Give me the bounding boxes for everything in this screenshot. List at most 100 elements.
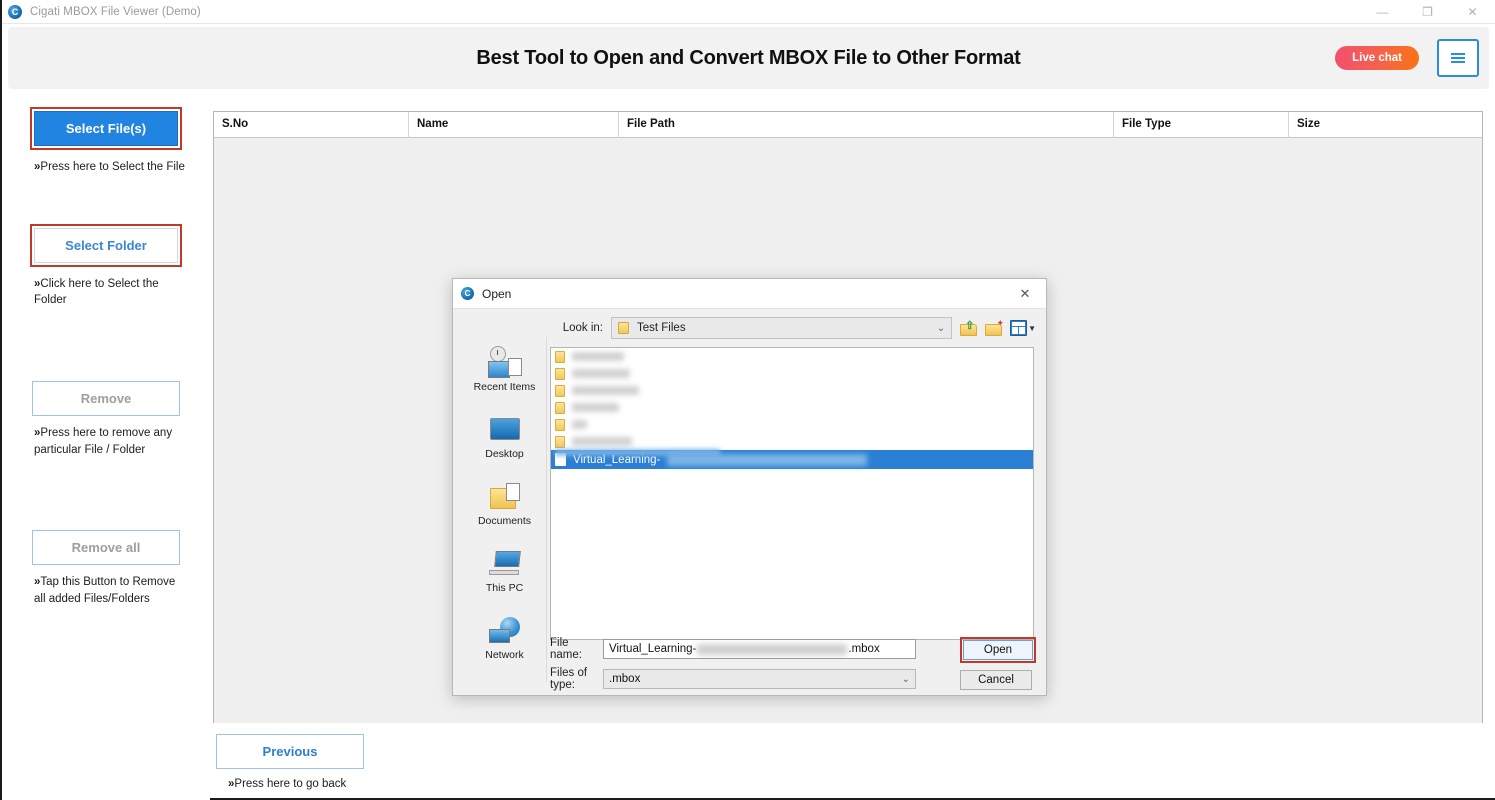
select-files-hint: »Press here to Select the File [34, 159, 186, 176]
redacted-name [572, 386, 639, 395]
desktop-icon [465, 411, 545, 447]
place-label: This PC [485, 582, 524, 594]
dialog-places-sidebar: Recent Items Desktop Documents This PC N… [463, 337, 547, 682]
minimize-button[interactable]: — [1360, 0, 1405, 24]
files-of-type-dropdown[interactable]: .mbox ⌄ [603, 669, 916, 689]
up-one-level-icon[interactable]: ⇧ [960, 319, 979, 337]
select-folder-highlight: Select Folder [30, 223, 182, 267]
view-menu-icon[interactable] [1010, 320, 1028, 336]
file-table-header: S.No Name File Path File Type Size [214, 112, 1482, 138]
header-actions: Live chat [1335, 39, 1479, 77]
look-in-dropdown[interactable]: Test Files ⌄ [611, 317, 953, 339]
place-desktop[interactable]: Desktop [465, 408, 545, 463]
column-header-filepath[interactable]: File Path [619, 112, 1114, 138]
remove-hint: »Press here to remove any particular Fil… [34, 425, 186, 458]
files-of-type-row: Files of type: .mbox ⌄ [453, 667, 1046, 691]
dialog-close-icon[interactable]: ✕ [1012, 283, 1038, 305]
window-controls: — ❐ ✕ [1360, 0, 1495, 24]
recent-items-icon [465, 344, 545, 380]
place-label: Documents [477, 515, 532, 527]
chevron-down-icon: ⌄ [936, 322, 946, 334]
column-header-name[interactable]: Name [409, 112, 619, 138]
place-label: Desktop [485, 448, 524, 460]
live-chat-button[interactable]: Live chat [1335, 46, 1419, 70]
open-button-highlight: Open [960, 637, 1036, 663]
file-name-row: File name: Virtual_Learning- .mbox [453, 637, 1046, 661]
look-in-label: Look in: [562, 322, 603, 334]
maximize-button[interactable]: ❐ [1405, 0, 1450, 24]
cancel-button[interactable]: Cancel [960, 670, 1032, 690]
hamburger-menu-button[interactable] [1437, 39, 1479, 77]
open-file-dialog: C Open ✕ Look in: Test Files ⌄ ⇧ ✦ ▼ Rec… [452, 278, 1047, 696]
list-item[interactable] [551, 382, 1033, 399]
documents-icon [465, 478, 545, 514]
file-name-label: File name: [550, 637, 582, 661]
page-title: Best Tool to Open and Convert MBOX File … [476, 46, 1021, 69]
view-menu-caret-icon[interactable]: ▼ [1028, 324, 1036, 333]
file-browser-list[interactable]: Virtual_Learning- [550, 347, 1034, 640]
hint-text: Press here to go back [234, 778, 347, 790]
hint-text: Tap this Button to Remove all added File… [34, 576, 176, 606]
place-this-pc[interactable]: This PC [465, 542, 545, 597]
app-logo-icon: C [8, 4, 22, 19]
main-body: Select File(s) »Press here to Select the… [2, 89, 1495, 800]
previous-block: Previous »Press here to go back [216, 734, 364, 790]
remove-all-button[interactable]: Remove all [32, 530, 180, 566]
this-pc-icon [465, 545, 545, 581]
remove-button[interactable]: Remove [32, 381, 180, 417]
select-files-block: Select File(s) »Press here to Select the… [2, 89, 210, 176]
remove-all-hint: »Tap this Button to Remove all added Fil… [34, 574, 186, 607]
remove-all-block: Remove all »Tap this Button to Remove al… [2, 458, 210, 607]
redacted-name-tail [667, 453, 868, 466]
place-documents[interactable]: Documents [465, 475, 545, 530]
list-item[interactable] [551, 399, 1033, 416]
redacted-name [572, 352, 624, 361]
file-name-prefix: Virtual_Learning- [609, 643, 697, 655]
remove-block: Remove »Press here to remove any particu… [2, 309, 210, 458]
column-header-sno[interactable]: S.No [214, 112, 409, 138]
list-item[interactable] [551, 348, 1033, 365]
dialog-buttons: Open Cancel [960, 637, 1036, 690]
list-item[interactable] [551, 365, 1033, 382]
dialog-title: Open [482, 286, 512, 301]
previous-hint: »Press here to go back [228, 778, 364, 790]
file-name-suffix: .mbox [848, 643, 880, 655]
application-window: C Cigati MBOX File Viewer (Demo) — ❐ ✕ B… [0, 0, 1495, 800]
redacted-name [572, 369, 630, 378]
folder-icon [555, 435, 565, 448]
folder-icon [555, 384, 565, 397]
select-folder-block: Select Folder »Click here to Select the … [2, 176, 210, 309]
dialog-toolbar: ⇧ ✦ ▼ [960, 318, 1036, 337]
file-name-input[interactable]: Virtual_Learning- .mbox [603, 639, 916, 659]
hamburger-icon [1451, 53, 1465, 63]
redacted-name [572, 420, 587, 429]
look-in-value: Test Files [637, 322, 686, 334]
files-of-type-value: .mbox [609, 673, 641, 685]
select-files-button[interactable]: Select File(s) [34, 111, 178, 146]
select-folder-button[interactable]: Select Folder [34, 227, 178, 263]
redacted-name [572, 403, 619, 412]
folder-icon [555, 367, 565, 380]
select-folder-hint: »Click here to Select the Folder [34, 276, 186, 309]
dialog-form: File name: Virtual_Learning- .mbox Files… [453, 637, 1046, 697]
window-title: Cigati MBOX File Viewer (Demo) [30, 5, 201, 18]
place-recent-items[interactable]: Recent Items [465, 341, 545, 396]
column-header-filetype[interactable]: File Type [1114, 112, 1289, 138]
previous-button[interactable]: Previous [216, 734, 364, 769]
files-of-type-label: Files of type: [550, 667, 588, 691]
hint-text: Press here to remove any particular File… [34, 427, 173, 456]
folder-icon [618, 322, 629, 334]
redacted-file-name-middle [697, 643, 848, 655]
folder-icon [555, 350, 565, 363]
list-item[interactable] [551, 433, 1033, 450]
create-new-folder-icon[interactable]: ✦ [985, 318, 1004, 337]
place-label: Recent Items [473, 381, 536, 393]
folder-icon [555, 418, 565, 431]
open-button[interactable]: Open [963, 640, 1033, 660]
folder-icon [555, 401, 565, 414]
redacted-name [572, 437, 632, 446]
close-button[interactable]: ✕ [1450, 0, 1495, 24]
column-header-size[interactable]: Size [1289, 112, 1482, 138]
list-item[interactable] [551, 416, 1033, 433]
chevron-down-icon: ⌄ [901, 673, 910, 685]
